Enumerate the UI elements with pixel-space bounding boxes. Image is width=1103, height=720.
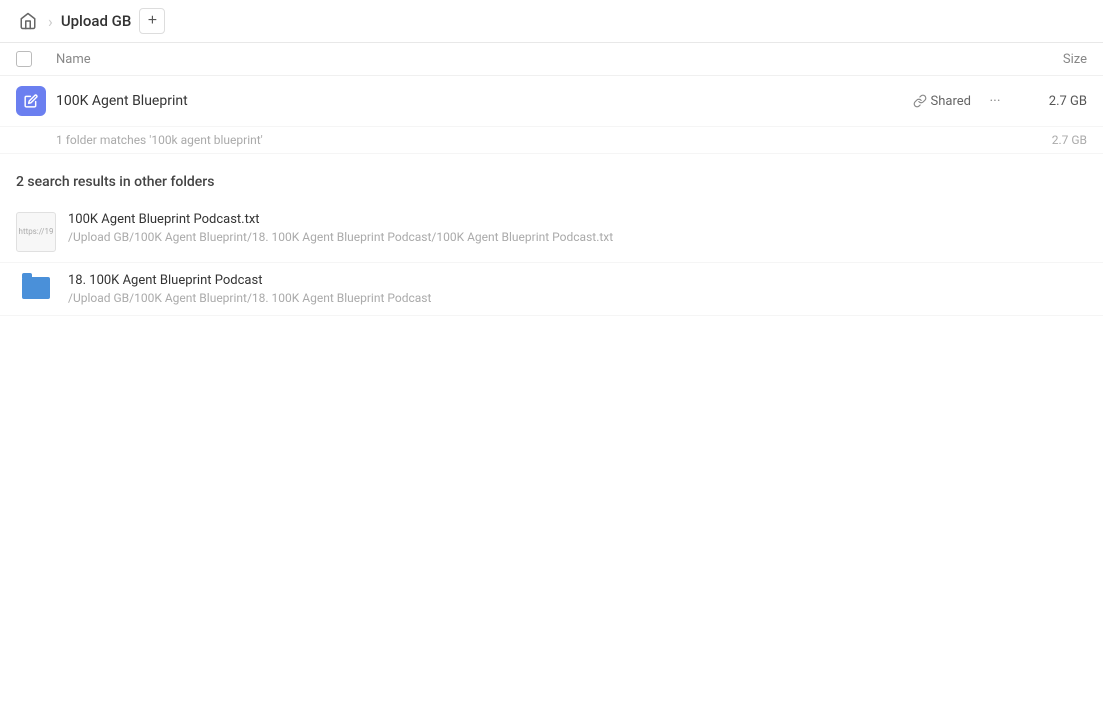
page-header: › Upload GB +: [0, 0, 1103, 43]
match-note-size: 2.7 GB: [1052, 133, 1087, 147]
add-button[interactable]: +: [139, 8, 165, 34]
other-result-path-1: /Upload GB/100K Agent Blueprint/18. 100K…: [68, 230, 1087, 244]
header-checkbox-col: [16, 51, 56, 67]
header-name-col: Name: [56, 52, 1007, 67]
main-result-name: 100K Agent Blueprint: [56, 93, 913, 109]
other-result-row-2[interactable]: 18. 100K Agent Blueprint Podcast /Upload…: [0, 263, 1103, 316]
breadcrumb-title: Upload GB: [61, 12, 132, 30]
more-options-button[interactable]: ···: [983, 89, 1007, 113]
file-thumbnail-1: https://19: [16, 212, 56, 252]
other-result-name-2: 18. 100K Agent Blueprint Podcast: [68, 273, 1087, 288]
match-note-text: 1 folder matches '100k agent blueprint': [56, 133, 263, 147]
match-note-row: 1 folder matches '100k agent blueprint' …: [0, 127, 1103, 154]
row-checkbox-col: [16, 86, 56, 116]
other-result-name-1: 100K Agent Blueprint Podcast.txt: [68, 212, 1087, 227]
main-result-size: 2.7 GB: [1007, 94, 1087, 109]
select-all-checkbox[interactable]: [16, 51, 32, 67]
breadcrumb-separator: ›: [48, 12, 53, 31]
file-type-icon: [16, 86, 46, 116]
other-result-info-2: 18. 100K Agent Blueprint Podcast /Upload…: [68, 273, 1087, 305]
shared-label: Shared: [913, 94, 971, 109]
other-result-info-1: 100K Agent Blueprint Podcast.txt /Upload…: [68, 212, 1087, 244]
main-result-row[interactable]: 100K Agent Blueprint Shared ··· 2.7 GB: [0, 76, 1103, 127]
more-icon: ···: [990, 93, 1001, 109]
other-result-row-1[interactable]: https://19 100K Agent Blueprint Podcast.…: [0, 202, 1103, 263]
other-section-header: 2 search results in other folders: [0, 154, 1103, 202]
table-header: Name Size: [0, 43, 1103, 76]
folder-icon-2: [22, 277, 50, 299]
shared-text: Shared: [931, 94, 971, 109]
header-size-col: Size: [1007, 52, 1087, 67]
other-result-path-2: /Upload GB/100K Agent Blueprint/18. 100K…: [68, 291, 1087, 305]
thumb-text: https://19: [17, 225, 56, 239]
home-icon[interactable]: [16, 9, 40, 33]
